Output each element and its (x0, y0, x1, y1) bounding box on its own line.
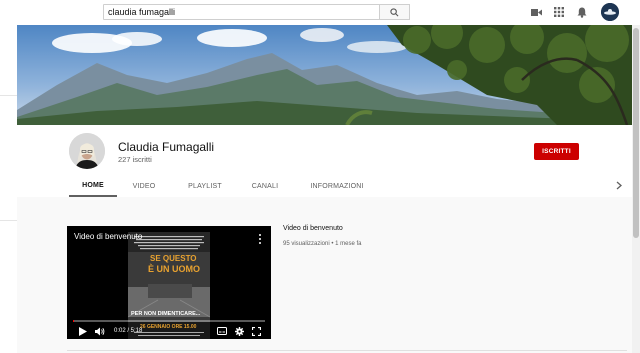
tab-video[interactable]: VIDEO (121, 175, 167, 197)
divider (0, 220, 17, 221)
tab-home[interactable]: HOME (69, 175, 117, 197)
sidebar-collapsed (0, 25, 17, 353)
account-avatar[interactable] (601, 3, 619, 21)
channel-avatar[interactable] (69, 133, 105, 169)
bell-icon[interactable] (576, 6, 588, 18)
channel-banner (17, 25, 632, 125)
featured-video-title[interactable]: Video di benvenuto (283, 225, 343, 232)
more-vert-icon[interactable] (257, 232, 263, 244)
chevron-right-icon (616, 181, 622, 189)
search-query: claudia fumagalli (108, 7, 176, 17)
channel-content: SE QUESTO È UN UOMO PER NON DIMENTICARE.… (17, 197, 632, 353)
channel-header: Claudia Fumagalli 227 iscritti ISCRITTI … (17, 125, 632, 197)
tab-informazioni[interactable]: INFORMAZIONI (291, 175, 383, 197)
subtitles-icon[interactable] (217, 326, 227, 336)
search-input[interactable]: claudia fumagalli (103, 4, 380, 20)
play-icon[interactable] (78, 326, 88, 336)
featured-video-meta: 95 visualizzazioni • 1 mese fa (283, 241, 362, 247)
banner-mountains-image (17, 25, 632, 125)
search-icon (390, 7, 399, 16)
video-time: 0:02 / 5:18 (114, 328, 143, 334)
settings-gear-icon[interactable] (234, 326, 244, 336)
poster-subtitle: PER NON DIMENTICARE... (131, 311, 201, 317)
youtube-channel-page: claudia fumagalli Claudia Fumagalli 227 … (0, 0, 640, 353)
poster-title-line-1: SE QUESTO (150, 254, 197, 263)
tabs-scroll-right-button[interactable] (614, 179, 624, 191)
scrollbar-thumb[interactable] (633, 28, 639, 238)
channel-name: Claudia Fumagalli (118, 140, 215, 154)
player-controls: 0:02 / 5:18 (67, 321, 271, 339)
poster-title-line-2: È UN UOMO (148, 264, 201, 274)
subscriber-count: 227 iscritti (118, 155, 152, 164)
volume-icon[interactable] (95, 326, 105, 336)
apps-grid-icon[interactable] (553, 6, 565, 18)
page-scrollbar[interactable] (632, 25, 640, 353)
subscribe-button[interactable]: ISCRITTI (534, 143, 579, 160)
search-button[interactable] (380, 4, 410, 20)
divider (67, 350, 627, 351)
fullscreen-icon[interactable] (251, 326, 261, 336)
top-bar: claudia fumagalli (0, 0, 640, 25)
player-title: Video di benvenuto (74, 232, 143, 241)
tab-canali[interactable]: CANALI (239, 175, 291, 197)
featured-video-player[interactable]: SE QUESTO È UN UOMO PER NON DIMENTICARE.… (67, 226, 271, 339)
video-camera-icon[interactable] (530, 6, 542, 18)
divider (0, 95, 17, 96)
tab-playlist[interactable]: PLAYLIST (173, 175, 237, 197)
